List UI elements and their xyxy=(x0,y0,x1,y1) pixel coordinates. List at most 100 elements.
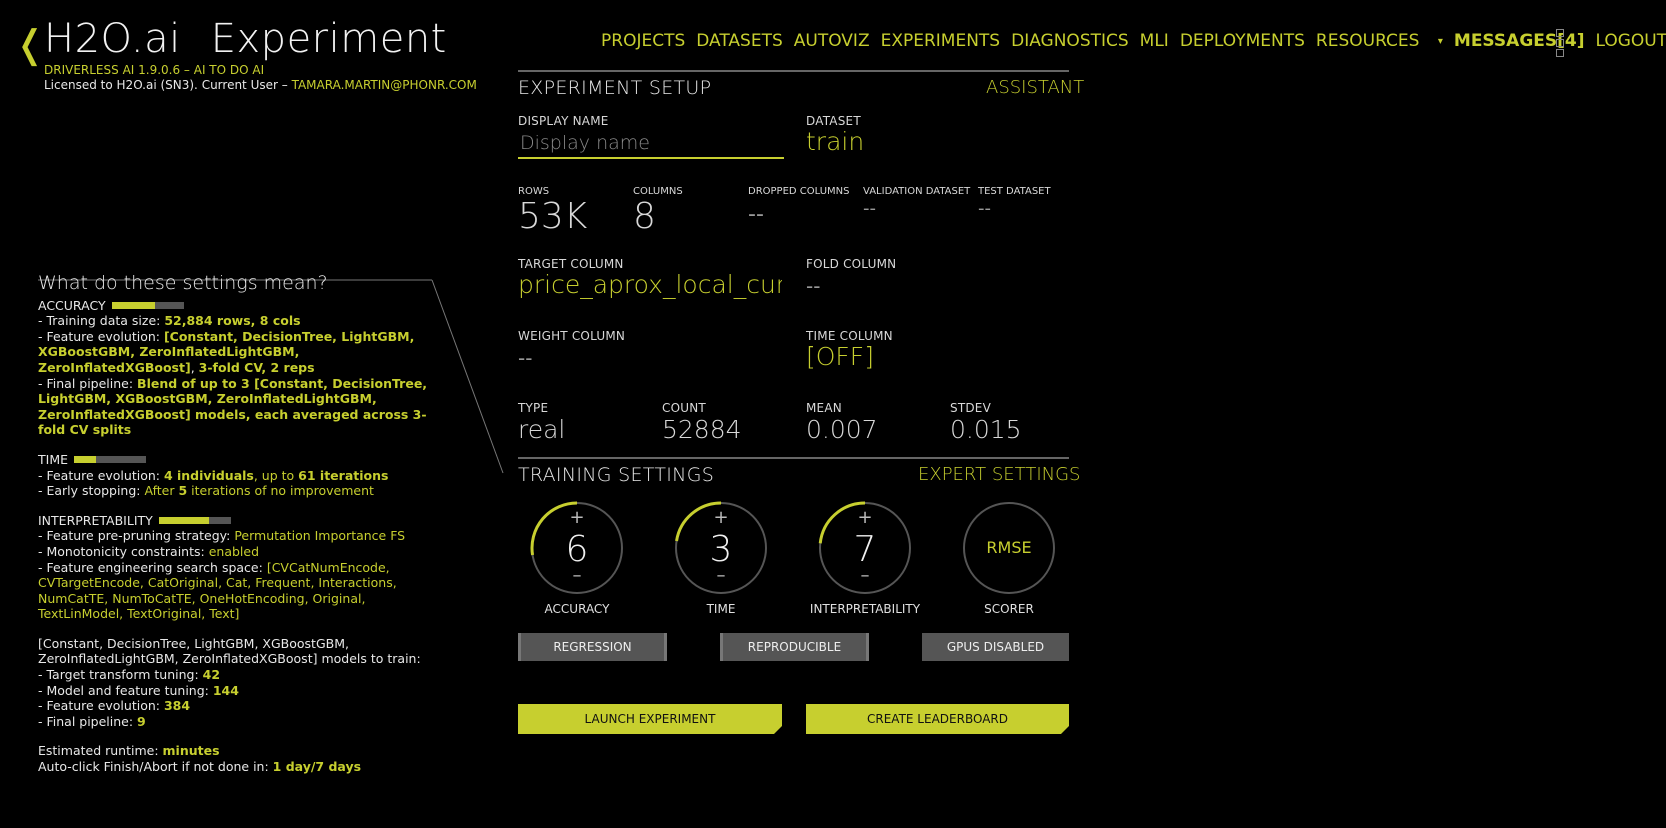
dataset-value[interactable]: train xyxy=(806,127,864,156)
training-settings-title: TRAINING SETTINGS xyxy=(518,464,715,486)
reproducible-toggle[interactable]: REPRODUCIBLE xyxy=(720,633,869,661)
text-segment: iterations of no improvement xyxy=(187,483,374,499)
count-label: COUNT xyxy=(662,401,706,415)
weight-column-value[interactable]: -- xyxy=(518,346,532,370)
display-name-input[interactable] xyxy=(518,130,784,159)
accuracy-level-fill xyxy=(111,301,155,309)
scorer-value[interactable]: RMSE xyxy=(962,538,1056,557)
model-feature-tuning-count: 144 xyxy=(212,682,239,698)
time-value: 3 xyxy=(709,529,733,570)
runtime-explanation: Estimated runtime: minutes Auto-click Fi… xyxy=(38,743,438,774)
text-segment: After xyxy=(144,483,179,499)
pre-pruning-strategy: Permutation Importance FS xyxy=(234,528,406,544)
assistant-link[interactable]: ASSISTANT xyxy=(986,77,1084,98)
accuracy-dial: + 6 – xyxy=(530,501,624,595)
monotonicity-value: enabled xyxy=(208,543,260,559)
accuracy-decrease-button[interactable]: – xyxy=(530,565,624,586)
button-notch xyxy=(1061,726,1069,734)
interpretability-heading: INTERPRETABILITY xyxy=(38,512,153,528)
weight-column-label: WEIGHT COLUMN xyxy=(518,329,626,343)
target-column-label: TARGET COLUMN xyxy=(518,257,624,271)
interpretability-increase-button[interactable]: + xyxy=(818,507,912,528)
dropped-columns-value[interactable]: -- xyxy=(748,202,764,227)
accuracy-level-bar xyxy=(111,301,184,309)
test-dataset-label[interactable]: TEST DATASET xyxy=(978,186,1051,197)
time-increase-button[interactable]: + xyxy=(674,507,768,528)
interpretability-dial: + 7 – xyxy=(818,501,912,595)
interpretability-decrease-button[interactable]: – xyxy=(818,565,912,586)
interpretability-level-fill xyxy=(158,517,210,525)
fold-column-label: FOLD COLUMN xyxy=(806,257,897,271)
fold-column-value[interactable]: -- xyxy=(806,274,820,298)
final-pipeline-count: 9 xyxy=(137,713,146,729)
expert-settings-link[interactable]: EXPERT SETTINGS xyxy=(918,464,1080,485)
line-prefix: - Model and feature tuning: xyxy=(38,682,213,698)
early-stopping-count: 5 xyxy=(178,483,188,499)
regression-toggle[interactable]: REGRESSION xyxy=(518,633,667,661)
line-prefix: - Feature engineering search space: xyxy=(38,559,267,575)
gpus-disabled-toggle[interactable]: GPUS DISABLED xyxy=(922,633,1069,661)
type-label: TYPE xyxy=(518,401,549,415)
validation-dataset-value[interactable]: -- xyxy=(863,198,876,219)
rows-value: 53K xyxy=(518,196,588,237)
columns-value: 8 xyxy=(633,196,656,237)
line-prefix: Auto-click Finish/Abort if not done in: xyxy=(38,759,273,775)
training-top-rule xyxy=(518,457,1069,459)
line-prefix: - Final pipeline: xyxy=(38,713,138,729)
iterations-count: 61 iterations xyxy=(298,467,389,483)
dataset-label: DATASET xyxy=(806,114,861,128)
time-decrease-button[interactable]: – xyxy=(674,565,768,586)
cv-info: 3-fold CV, 2 reps xyxy=(198,359,315,375)
stdev-label: STDEV xyxy=(950,401,991,415)
accuracy-increase-button[interactable]: + xyxy=(530,507,624,528)
models-intro: [Constant, DecisionTree, LightGBM, XGBoo… xyxy=(38,635,421,667)
individuals-count: 4 individuals xyxy=(163,467,254,483)
test-dataset-value[interactable]: -- xyxy=(978,198,991,219)
line-prefix: Estimated runtime: xyxy=(38,743,163,759)
line-prefix: - Early stopping: xyxy=(38,483,145,499)
create-leaderboard-label: CREATE LEADERBOARD xyxy=(867,712,1008,726)
time-column-value[interactable]: [OFF] xyxy=(806,342,874,371)
display-name-field-wrap xyxy=(518,130,784,159)
interpretability-value: 7 xyxy=(853,529,877,570)
line-prefix: - Final pipeline: xyxy=(38,375,138,391)
time-dial: + 3 – xyxy=(674,501,768,595)
separator: , xyxy=(190,359,195,375)
validation-dataset-label[interactable]: VALIDATION DATASET xyxy=(863,186,970,197)
create-leaderboard-button[interactable]: CREATE LEADERBOARD xyxy=(806,704,1069,734)
settings-explanation-panel: What do these settings mean? ACCURACY - … xyxy=(38,274,438,775)
type-value: real xyxy=(518,415,566,444)
launch-experiment-label: LAUNCH EXPERIMENT xyxy=(584,712,716,726)
line-prefix: - Feature evolution: xyxy=(38,467,164,483)
accuracy-label: ACCURACY xyxy=(544,602,610,616)
models-explanation: [Constant, DecisionTree, LightGBM, XGBoo… xyxy=(38,636,438,730)
time-heading: TIME xyxy=(38,451,69,467)
time-label: TIME xyxy=(706,602,736,616)
line-prefix: - Feature evolution: xyxy=(38,698,164,714)
interpretability-label: INTERPRETABILITY xyxy=(809,602,921,616)
accuracy-value: 6 xyxy=(565,529,589,570)
target-column-value[interactable]: price_aprox_local_curren xyxy=(518,270,782,299)
accuracy-heading: ACCURACY xyxy=(38,297,106,313)
dropped-columns-label[interactable]: DROPPED COLUMNS xyxy=(748,186,849,197)
line-prefix: - Training data size: xyxy=(38,313,165,329)
scorer-label: SCORER xyxy=(984,602,1034,616)
count-value: 52884 xyxy=(662,415,742,444)
auto-finish-time: 1 day/7 days xyxy=(272,759,362,775)
time-level-bar xyxy=(74,456,147,464)
time-column-label: TIME COLUMN xyxy=(806,329,893,343)
target-transform-count: 42 xyxy=(202,667,221,683)
line-prefix: - Feature evolution: xyxy=(38,328,164,344)
launch-experiment-button[interactable]: LAUNCH EXPERIMENT xyxy=(518,704,782,734)
estimated-runtime: minutes xyxy=(162,743,220,759)
mean-value: 0.007 xyxy=(806,415,878,444)
training-data-size: 52,884 rows, 8 cols xyxy=(164,313,301,329)
line-prefix: - Feature pre-pruning strategy: xyxy=(38,528,235,544)
interpretability-explanation: INTERPRETABILITY - Feature pre-pruning s… xyxy=(38,513,438,622)
time-explanation: TIME - Feature evolution: 4 individuals,… xyxy=(38,452,438,499)
mean-label: MEAN xyxy=(806,401,842,415)
scorer-dial[interactable]: RMSE xyxy=(962,501,1056,595)
display-name-label: DISPLAY NAME xyxy=(518,114,609,128)
accuracy-explanation: ACCURACY - Training data size: 52,884 ro… xyxy=(38,298,438,438)
line-prefix: - Monotonicity constraints: xyxy=(38,543,209,559)
